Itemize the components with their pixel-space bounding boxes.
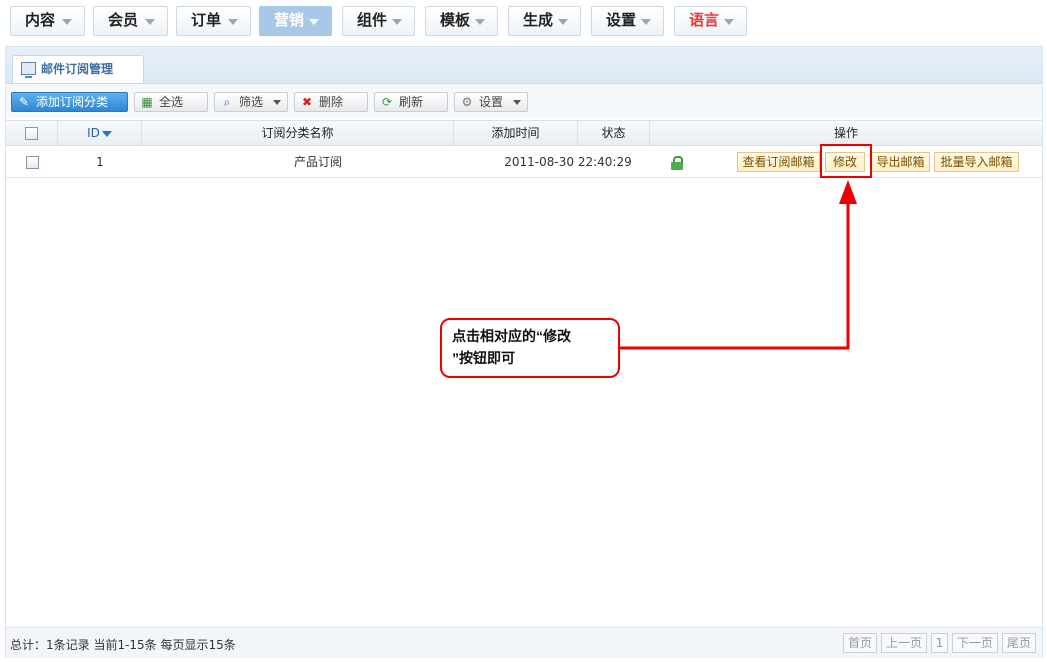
annotation-text-line1: 点击相对应的“修改 (452, 328, 571, 344)
annotation-text-line2: ”按钮即可 (452, 350, 515, 366)
annotation-callout: 点击相对应的“修改 ”按钮即可 (440, 318, 620, 378)
